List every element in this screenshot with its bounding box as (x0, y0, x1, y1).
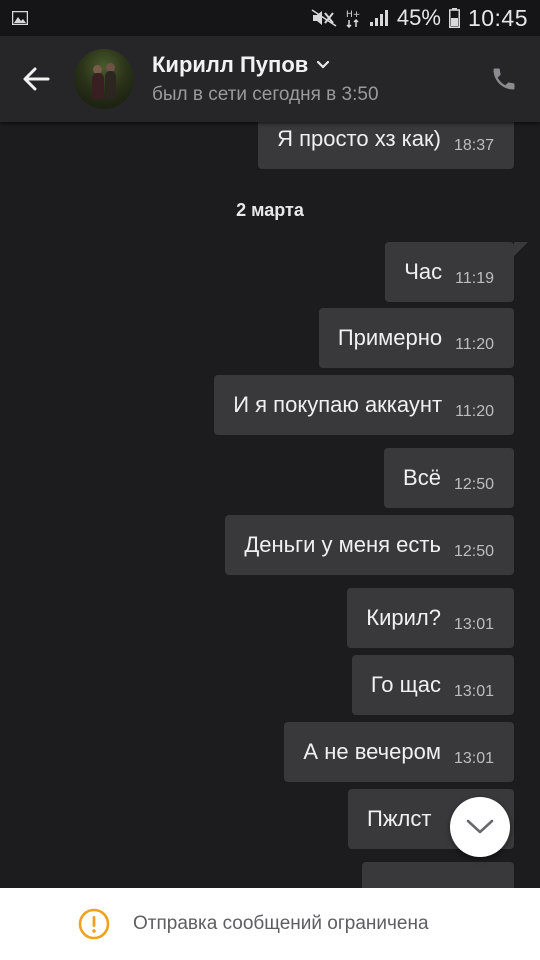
message-text: Я просто хз как) (277, 126, 441, 151)
message-bubble[interactable]: Кирил? 13:01 (347, 588, 514, 648)
message-time: 13:01 (453, 750, 494, 767)
message-text: Час (404, 259, 443, 284)
messaging-restricted-banner: Отправка сообщений ограничена (0, 888, 540, 960)
clock: 10:45 (467, 4, 528, 31)
network-hplus-icon: H+ (345, 8, 361, 28)
message-text: Всё (403, 465, 441, 490)
signal-icon (369, 9, 389, 27)
message-bubble[interactable]: Примерно 11:20 (318, 308, 514, 368)
message-bubble[interactable]: Час 11:19 (385, 242, 528, 302)
message-text: Кирил? (366, 605, 441, 630)
phone-icon (493, 68, 515, 90)
avatar[interactable] (74, 49, 134, 109)
contact-info[interactable]: Кирилл Пупов был в сети сегодня в 3:50 (152, 52, 468, 106)
chevron-down-icon (317, 60, 330, 69)
message-text: Деньги у меня есть (244, 532, 441, 557)
svg-text:H+: H+ (346, 10, 360, 20)
message-bubble[interactable]: Го щас 13:01 (351, 655, 514, 715)
message-text: Примерно (337, 325, 443, 350)
message-bubble[interactable]: Деньги у меня есть 12:50 (225, 515, 514, 575)
last-seen-status: был в сети сегодня в 3:50 (152, 84, 379, 105)
message-text: Го щас (370, 672, 441, 697)
gallery-notification-icon (12, 11, 28, 25)
bubble-tail (514, 242, 528, 256)
chevron-down-icon (466, 819, 494, 834)
message-bubble[interactable]: Всё 12:50 (384, 448, 514, 508)
arrow-left-icon (23, 67, 50, 91)
notice-text: Отправка сообщений ограничена (133, 913, 429, 934)
mute-icon (311, 9, 337, 27)
message-time: 13:01 (453, 683, 494, 700)
message-time: 18:37 (453, 137, 494, 154)
back-button[interactable] (0, 36, 72, 122)
scroll-to-bottom-button[interactable] (450, 797, 510, 857)
message-time: 12:50 (453, 543, 494, 560)
status-bar: H+ 45% 10:45 (0, 0, 540, 36)
date-separator: 2 марта (236, 200, 304, 220)
message-time: 11:19 (455, 270, 494, 287)
message-bubble[interactable]: А (362, 862, 514, 888)
call-button[interactable] (468, 36, 540, 122)
message-time: 13:01 (453, 616, 494, 633)
message-bubble[interactable]: А не вечером 13:01 (284, 722, 514, 782)
message-time: 11:20 (455, 403, 494, 420)
message-bubble[interactable]: И я покупаю аккаунт 11:20 (214, 375, 514, 435)
battery-percent: 45% (396, 5, 441, 30)
message-text: Пжлст (367, 806, 432, 831)
chat-header: Кирилл Пупов был в сети сегодня в 3:50 (0, 36, 540, 122)
message-text: А не вечером (303, 739, 441, 764)
battery-icon (448, 8, 460, 28)
warning-icon (78, 908, 110, 940)
message-list[interactable]: Я просто хз как) 18:37 2 марта Час 11:19… (0, 122, 540, 888)
message-time: 11:20 (455, 336, 494, 353)
message-text: И я покупаю аккаунт (233, 392, 443, 417)
contact-name: Кирилл Пупов (152, 52, 309, 77)
message-time: 12:50 (453, 476, 494, 493)
message-bubble[interactable]: Я просто хз как) 18:37 (258, 122, 514, 169)
